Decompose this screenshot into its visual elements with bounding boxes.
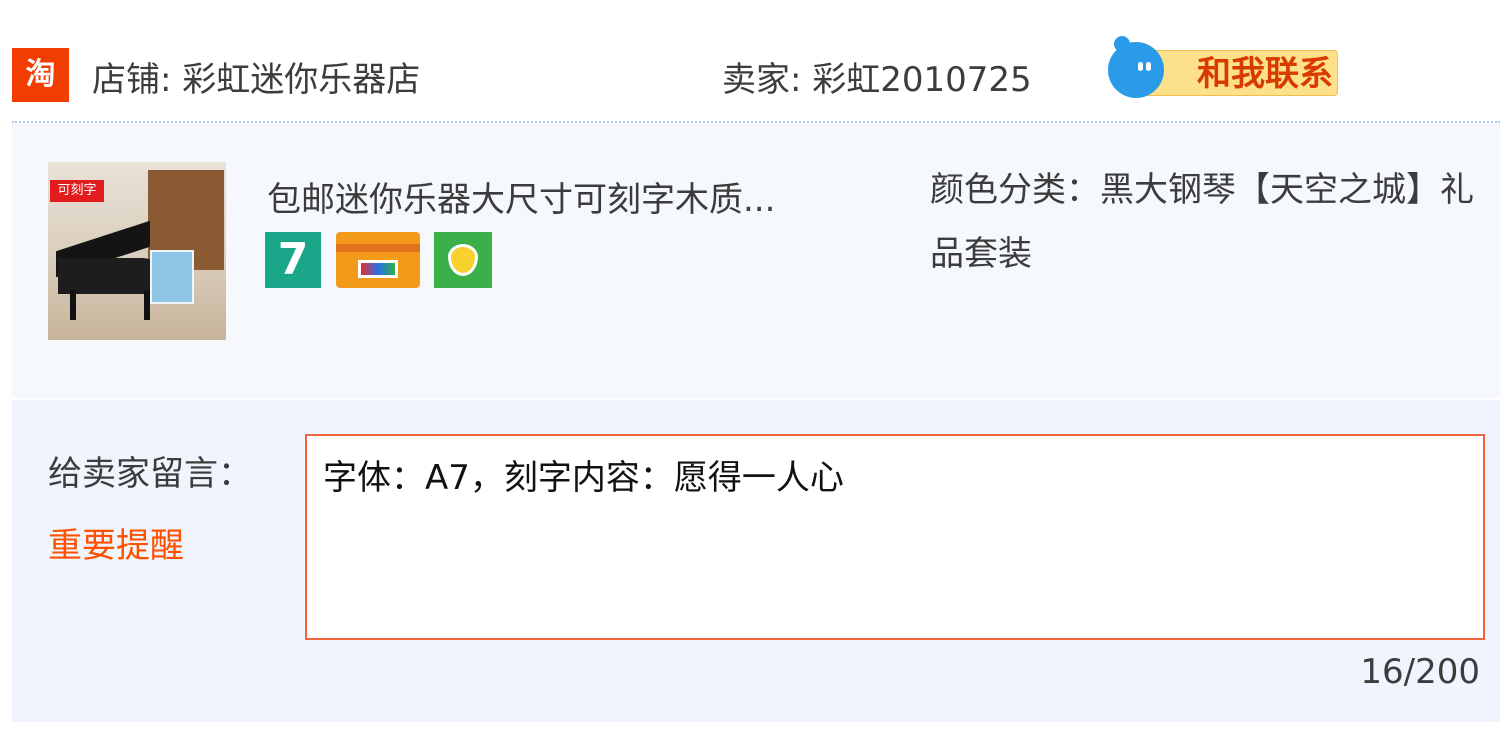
item-row: 可刻字 包邮迷你乐器大尺寸可刻字木质... 7 颜色分类：黑大钢琴【天空之城】礼… (12, 124, 1500, 398)
character-counter: 16/200 (1360, 652, 1480, 692)
taobao-logo-icon: 淘 (12, 48, 69, 102)
credit-card-payment-icon[interactable] (336, 232, 420, 288)
chat-bubble-icon (1108, 36, 1164, 98)
message-label: 给卖家留言： (48, 454, 252, 494)
consumer-protection-shield-icon[interactable] (434, 232, 492, 288)
seven-day-return-icon[interactable]: 7 (265, 232, 321, 288)
important-reminder-link[interactable]: 重要提醒 (48, 518, 184, 567)
item-thumbnail[interactable]: 可刻字 (48, 162, 226, 340)
shop-header: 淘 店铺: 彩虹迷你乐器店 卖家: 彩虹2010725 和我联系 (12, 30, 1500, 122)
header-divider (12, 121, 1500, 123)
seller-name: 卖家: 彩虹2010725 (722, 60, 1032, 100)
item-title-link[interactable]: 包邮迷你乐器大尺寸可刻字木质... (267, 172, 907, 221)
contact-seller-button[interactable]: 和我联系 (1108, 36, 1344, 102)
order-item-panel: 淘 店铺: 彩虹迷你乐器店 卖家: 彩虹2010725 和我联系 可刻字 包邮迷… (0, 0, 1500, 737)
message-to-seller-input[interactable]: 字体：A7，刻字内容：愿得一人心 (305, 434, 1485, 640)
message-section: 给卖家留言： 重要提醒 字体：A7，刻字内容：愿得一人心 16/200 (12, 400, 1500, 722)
thumb-piano-leg (70, 290, 76, 320)
contact-seller-label: 和我联系 (1136, 50, 1338, 96)
thumb-gift-card (150, 250, 194, 304)
shop-name: 店铺: 彩虹迷你乐器店 (92, 60, 421, 100)
engravable-tag: 可刻字 (50, 180, 104, 202)
item-sku: 颜色分类：黑大钢琴【天空之城】礼品套装 (930, 170, 1474, 274)
